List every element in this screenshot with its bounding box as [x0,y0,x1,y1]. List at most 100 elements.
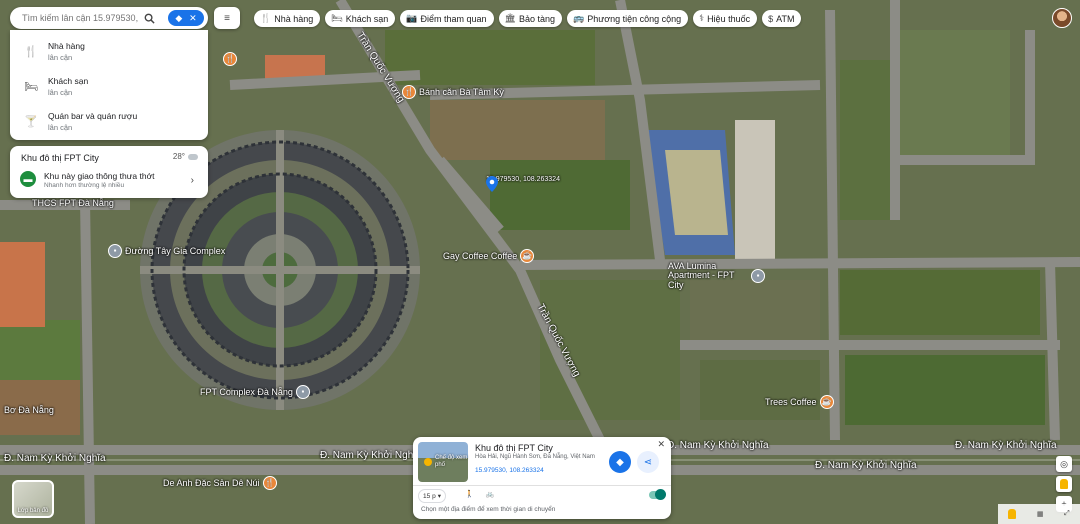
location-pin-icon [486,176,498,192]
grid-icon[interactable]: ▦ [1037,510,1044,518]
chip-label: Bảo tàng [518,13,555,24]
pegman-icon [424,457,432,466]
pegman-button[interactable] [1056,476,1072,492]
suggestion-subtitle: lân cận [48,123,73,132]
search-icon[interactable] [142,11,156,25]
poi-label: FPT Complex Đà Nẵng [200,387,293,397]
fork-knife-icon: 🍴 [260,13,272,23]
temperature: 28° [172,152,185,161]
chip-label: Khách sạn [345,13,389,24]
place-card[interactable]: Chế độ xem phố Khu đô thị FPT City Hòa H… [413,437,671,519]
poi-label: Bơ Đà Nẵng [4,405,54,415]
car-icon: ▬ [20,171,36,187]
layers-thumb-label: Lớp bản đồ [17,508,49,514]
travel-time-select[interactable]: 15 p ▾ [418,489,446,503]
pegman-icon [1060,479,1068,489]
share-icon: ⋖ [643,456,653,468]
weather: 28° [173,152,198,161]
poi-marker[interactable]: Bơ Đà Nẵng [4,405,54,415]
thumb-label: Chế độ xem phố [435,455,468,468]
poi-label: Gay Coffee Coffee [443,251,518,261]
coffee-icon: ☕ [819,395,834,409]
bike-icon[interactable]: 🚲 [486,490,495,498]
directions-icon: ◆ [616,456,624,468]
poi-marker[interactable]: De Anh Đặc Sản Dê Núi 🍴 [163,476,277,490]
directions-toggle[interactable]: ◆ ✕ [168,10,204,26]
road-label: Đ. Nam Kỳ Khởi Nghĩa [667,440,769,451]
road-label: Đ. Nam Kỳ Khởi Nghĩa [815,460,917,471]
directions-icon[interactable]: ◆ [175,13,182,23]
chip-museums[interactable]: 🏛 Bảo tàng [498,10,562,27]
travel-time-value: 15 p [423,492,436,500]
poi-label: Đường Tây Gia Complex [125,246,226,256]
cocktail-icon: 🍸 [24,116,38,128]
area-title: Khu đô thị FPT City [21,153,99,163]
travel-time-toggle[interactable] [649,489,666,500]
chevron-right-icon[interactable]: › [191,175,194,186]
close-icon[interactable]: ✕ [657,439,665,450]
building-icon: ▪ [108,244,122,258]
dropped-pin[interactable]: 15.979530, 108.263324 [486,176,560,192]
place-coordinates[interactable]: 15.979530, 108.263324 [475,467,544,474]
chip-pharmacies[interactable]: ⚕ Hiệu thuốc [693,10,758,27]
atm-icon: $ [768,13,774,24]
place-address: Hòa Hải, Ngũ Hành Sơn, Đà Nẵng, Việt Nam [475,454,595,460]
suggestion-bars[interactable]: 🍸 Quán bar và quán rượu lân cận [10,104,208,139]
camera-icon: 📷 [406,13,418,23]
layers-button[interactable]: ≡ [214,7,240,29]
poi-marker[interactable]: AVA Lumina Apartment - FPT City ▪ [668,261,765,290]
my-location-button[interactable]: ◎ [1056,456,1072,472]
hotel-icon: ▪ [751,269,765,284]
area-info-card[interactable]: Khu đô thị FPT City 28° ▬ Khu này giao t… [10,146,208,198]
poi-label: De Anh Đặc Sản Dê Núi [163,478,260,488]
chip-label: ATM [776,13,795,24]
walk-icon[interactable]: 🚶 [465,490,474,498]
food-icon: 🍴 [223,52,237,66]
suggestion-title: Khách sạn [48,76,89,86]
food-icon: 🍴 [262,476,277,490]
poi-label: THCS FPT Đà Nẵng [32,198,114,208]
road-label: Đ. Nam Kỳ Khởi Nghĩa [955,440,1057,451]
search-input[interactable] [22,13,140,23]
chip-hotels[interactable]: 🛏 Khách sạn [325,10,396,27]
traffic-detail: Nhanh hơn thường lệ nhiều [44,182,125,189]
poi-marker[interactable]: Gay Coffee Coffee ☕ [443,249,535,263]
poi-marker[interactable]: 🍴 Bánh căn Bà Tâm Kỳ [402,85,504,99]
map-layers-thumbnail[interactable]: Lớp bản đồ [12,480,54,518]
building-icon: ▪ [295,385,310,399]
chip-label: Nhà hàng [274,13,314,24]
search-bar[interactable]: ◆ ✕ [10,7,208,29]
chip-attractions[interactable]: 📷 Điểm tham quan [400,10,494,27]
poi-marker[interactable]: THCS FPT Đà Nẵng [32,198,114,208]
poi-label: Bánh căn Bà Tâm Kỳ [419,87,504,97]
category-chips: 🍴 Nhà hàng 🛏 Khách sạn 📷 Điểm tham quan … [254,10,802,27]
cloud-icon [188,153,198,160]
directions-button[interactable]: ◆ [609,451,631,473]
poi-label: AVA Lumina Apartment - FPT City [668,261,735,290]
poi-marker[interactable]: ▪ Đường Tây Gia Complex [108,244,225,258]
suggestion-hotels[interactable]: 🛏 Khách sạn lân cận [10,69,208,104]
pharmacy-icon: ⚕ [699,13,705,23]
museum-icon: 🏛 [504,13,516,23]
road-label: Đ. Nam Kỳ Khởi Nghĩa [4,453,106,464]
avatar[interactable] [1052,8,1072,28]
chip-atm[interactable]: $ ATM [762,10,802,27]
map-footer: ▦ ⤢ [998,504,1080,524]
suggestion-subtitle: lân cận [48,53,73,62]
poi-marker[interactable]: 🍴 [223,52,237,66]
poi-marker[interactable]: Trees Coffee ☕ [765,395,834,409]
suggestion-restaurants[interactable]: 🍴 Nhà hàng lân cận [10,34,208,69]
chip-restaurants[interactable]: 🍴 Nhà hàng [254,10,321,27]
share-button[interactable]: ⋖ [637,451,659,473]
close-icon[interactable]: ✕ [189,13,197,23]
suggestion-subtitle: lân cận [48,88,73,97]
search-suggestions: 🍴 Nhà hàng lân cận 🛏 Khách sạn lân cận 🍸… [10,30,208,140]
coffee-icon: ☕ [520,249,535,263]
food-icon: 🍴 [402,85,416,99]
chevron-down-icon: ▾ [437,493,441,500]
pegman-icon[interactable] [1008,509,1017,519]
poi-marker[interactable]: FPT Complex Đà Nẵng ▪ [200,385,310,399]
suggestion-title: Quán bar và quán rượu [48,111,138,121]
expand-icon[interactable]: ⤢ [1064,510,1070,518]
chip-transit[interactable]: 🚌 Phương tiện công cộng [566,10,689,27]
